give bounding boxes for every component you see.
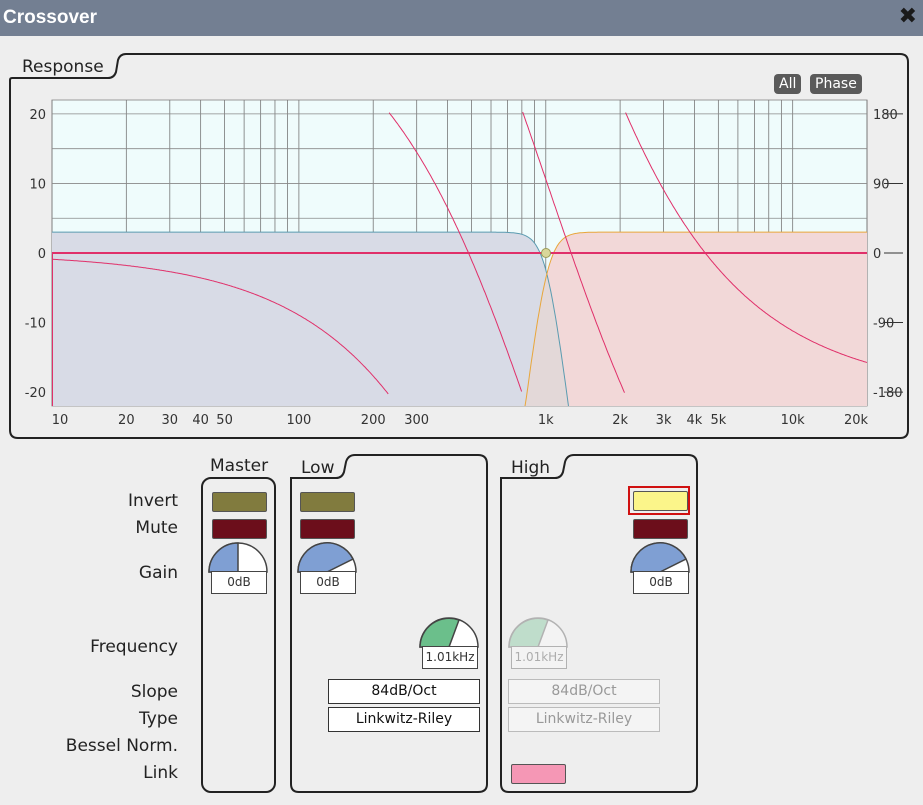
x-tick: 30 <box>162 413 179 428</box>
high-mute-toggle[interactable] <box>633 519 688 539</box>
low-mute-toggle[interactable] <box>300 519 355 539</box>
low-frequency-value: 1.01kHz <box>422 646 478 669</box>
row-label-slope: Slope <box>130 682 178 702</box>
row-label-bessel-norm: Bessel Norm. <box>65 736 178 756</box>
high-gain-knob[interactable]: 0dB <box>630 541 692 599</box>
x-tick: 20k <box>844 413 869 428</box>
frequency-dial-icon <box>508 617 568 648</box>
section-low: Low <box>301 458 335 478</box>
high-type-select: Linkwitz-Riley <box>508 707 660 732</box>
y-tick-left: 10 <box>29 177 46 192</box>
x-tick: 2k <box>612 413 628 428</box>
master-gain-value: 0dB <box>211 571 267 594</box>
x-tick: 200 <box>361 413 386 428</box>
row-label-mute: Mute <box>135 518 178 538</box>
frequency-dial-icon <box>419 617 479 648</box>
y-tick-left: 0 <box>38 247 46 262</box>
high-frequency-value: 1.01kHz <box>511 646 567 669</box>
low-gain-knob[interactable]: 0dB <box>297 541 359 599</box>
x-tick: 1k <box>538 413 554 428</box>
high-frequency-knob: 1.01kHz <box>508 616 570 674</box>
response-chart: 20100-10-20180900-90-18010 20 30 40 50 100 200… <box>25 99 903 428</box>
master-invert-toggle[interactable] <box>212 492 267 512</box>
low-slope-select[interactable]: 84dB/Oct <box>328 679 480 704</box>
gain-dial-icon <box>208 542 268 573</box>
master-mute-toggle[interactable] <box>212 519 267 539</box>
x-tick: 5k <box>710 413 726 428</box>
y-tick-right: 90 <box>873 177 890 192</box>
y-tick-left: -20 <box>25 386 46 401</box>
x-tick: 10k <box>781 413 806 428</box>
x-tick: 4k <box>687 413 703 428</box>
low-type-select[interactable]: Linkwitz-Riley <box>328 707 480 732</box>
low-invert-toggle[interactable] <box>300 492 355 512</box>
high-link-toggle[interactable] <box>511 764 566 784</box>
x-tick: 3k <box>656 413 672 428</box>
master-gain-knob[interactable]: 0dB <box>208 541 270 599</box>
row-label-link: Link <box>143 763 178 783</box>
crossover-handle[interactable] <box>541 248 551 258</box>
selection-highlight <box>628 486 690 515</box>
y-tick-right: -180 <box>873 386 903 401</box>
row-label-invert: Invert <box>128 491 178 511</box>
gain-dial-icon <box>297 542 357 573</box>
row-label-frequency: Frequency <box>90 637 178 657</box>
section-high: High <box>511 458 551 478</box>
y-tick-right: 0 <box>873 247 881 262</box>
x-tick: 50 <box>216 413 233 428</box>
y-tick-left: 20 <box>29 108 46 123</box>
high-slope-select: 84dB/Oct <box>508 679 660 704</box>
x-tick: 300 <box>404 413 429 428</box>
x-tick: 10 <box>52 413 69 428</box>
x-tick: 20 <box>118 413 135 428</box>
y-tick-right: 180 <box>873 108 898 123</box>
y-tick-right: -90 <box>873 317 894 332</box>
row-label-type: Type <box>138 709 178 729</box>
low-gain-value: 0dB <box>300 571 356 594</box>
low-frequency-knob[interactable]: 1.01kHz <box>419 616 481 674</box>
y-tick-left: -10 <box>25 317 46 332</box>
x-tick: 100 <box>286 413 311 428</box>
gain-dial-icon <box>630 542 690 573</box>
row-label-gain: Gain <box>138 563 178 583</box>
x-tick: 40 <box>192 413 209 428</box>
high-gain-value: 0dB <box>633 571 689 594</box>
section-master: Master <box>210 456 269 476</box>
